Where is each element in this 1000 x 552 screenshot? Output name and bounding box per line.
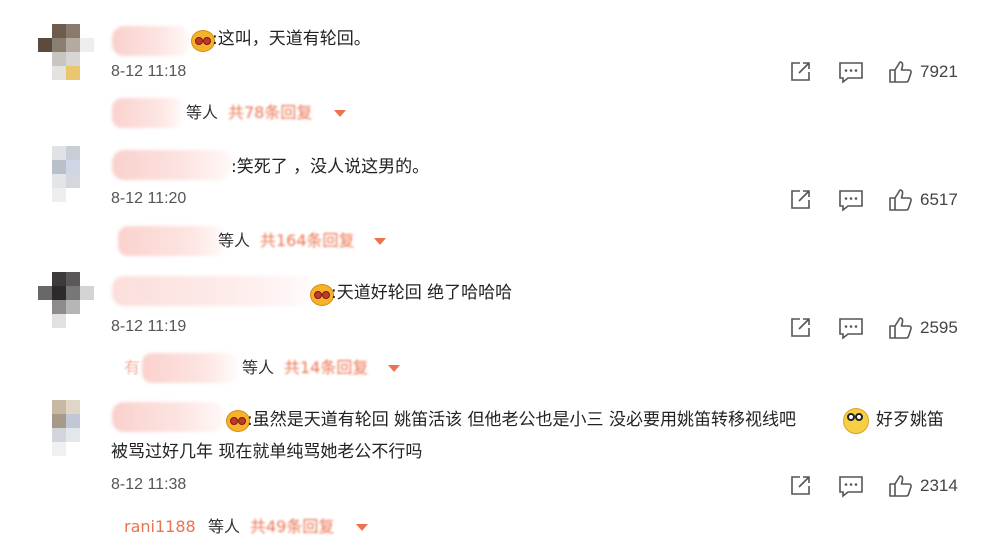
comment-time: 8-12 11:18 — [111, 63, 187, 80]
reply-summary[interactable]: rani1188 等人 共49条回复 — [112, 512, 392, 542]
comment-actions: 6517 — [788, 188, 978, 214]
reply-summary[interactable]: 等人 共78条回复 — [112, 98, 372, 128]
comment-text-continued: 好歹姚笛 — [876, 410, 944, 430]
comment-text: :这叫，天道有轮回。 — [212, 29, 371, 49]
reply-count[interactable]: 共14条回复 — [284, 353, 368, 383]
like-count: 7921 — [920, 62, 958, 81]
share-icon[interactable] — [788, 188, 812, 212]
avatar[interactable] — [38, 24, 94, 80]
comment-icon[interactable] — [838, 60, 864, 84]
username-blurred[interactable] — [112, 276, 312, 306]
reply-count[interactable]: 共164条回复 — [260, 226, 355, 256]
reply-summary[interactable]: 有 等人 共14条回复 — [120, 353, 410, 383]
avatar[interactable] — [38, 400, 94, 456]
avatar[interactable] — [38, 146, 94, 202]
replier-names-blurred — [118, 226, 226, 256]
comment-time: 8-12 11:38 — [111, 476, 187, 493]
comment-actions: 2314 — [788, 474, 978, 500]
comment-actions: 7921 — [788, 60, 978, 86]
replier-names-blurred — [142, 353, 238, 383]
reply-label: 等人 — [242, 358, 275, 377]
chevron-down-icon[interactable] — [334, 110, 346, 117]
share-icon[interactable] — [788, 474, 812, 498]
like-count: 2314 — [920, 476, 958, 495]
reply-label: 等人 — [218, 231, 251, 250]
reply-label: 等人 — [208, 517, 241, 536]
like-count: 6517 — [920, 190, 958, 209]
chevron-down-icon[interactable] — [388, 365, 400, 372]
comment-text: :天道好轮回 绝了哈哈哈 — [331, 283, 513, 303]
comment-icon[interactable] — [838, 316, 864, 340]
like-icon[interactable] — [888, 60, 914, 84]
reply-count[interactable]: 共78条回复 — [228, 98, 312, 128]
comment-icon[interactable] — [838, 188, 864, 212]
like-icon[interactable] — [888, 474, 914, 498]
reply-label: 等人 — [186, 103, 219, 122]
replier-names-blurred — [112, 98, 184, 128]
username-blurred[interactable] — [112, 402, 224, 432]
username-blurred[interactable] — [112, 26, 190, 56]
share-icon[interactable] — [788, 316, 812, 340]
surprised-face-emoji-icon — [843, 408, 869, 434]
reply-count[interactable]: 共49条回复 — [250, 512, 334, 542]
comment-text: :虽然是天道有轮回 姚笛活该 但他老公也是小三 没必要用姚笛转移视线吧 — [247, 410, 796, 430]
replier-name[interactable]: 有 — [124, 353, 140, 383]
comment-icon[interactable] — [838, 474, 864, 498]
like-count: 2595 — [920, 318, 958, 337]
comment-text-line2: 被骂过好几年 现在就单纯骂她老公不行吗 — [111, 442, 423, 462]
avatar[interactable] — [38, 272, 94, 328]
reply-summary[interactable]: 等人 共164条回复 — [112, 226, 402, 256]
replier-name[interactable]: rani1188 — [124, 512, 196, 542]
like-icon[interactable] — [888, 316, 914, 340]
comment-time: 8-12 11:20 — [111, 190, 187, 207]
chevron-down-icon[interactable] — [356, 524, 368, 531]
comment-text: :笑死了 ，没人说这男的。 — [231, 157, 430, 177]
username-blurred[interactable] — [112, 150, 232, 180]
chevron-down-icon[interactable] — [374, 238, 386, 245]
share-icon[interactable] — [788, 60, 812, 84]
like-icon[interactable] — [888, 188, 914, 212]
comment-time: 8-12 11:19 — [111, 318, 187, 335]
comment-actions: 2595 — [788, 316, 978, 342]
